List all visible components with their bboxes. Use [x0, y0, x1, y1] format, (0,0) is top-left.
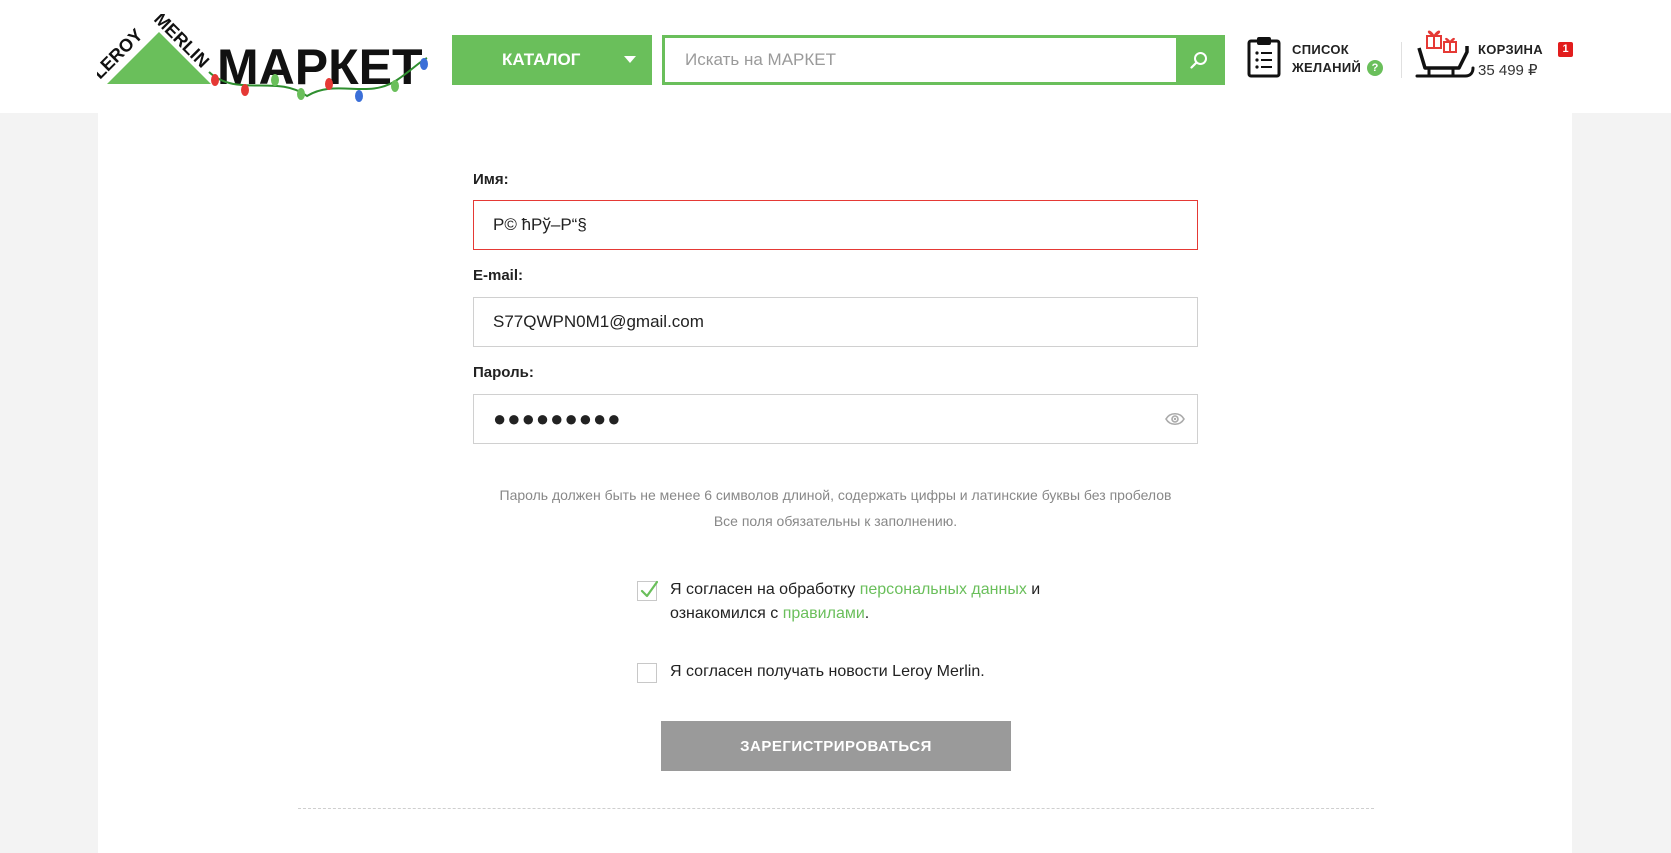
wishlist-label-line2: ЖЕЛАНИЙ: [1292, 60, 1362, 75]
sleigh-cart-icon: [1415, 30, 1475, 78]
section-divider: [298, 808, 1374, 809]
catalog-button[interactable]: КАТАЛОГ: [452, 35, 652, 85]
cart-total: 35 499 ₽: [1478, 62, 1538, 79]
consent-text: Я согласен на обработку персональных дан…: [670, 581, 1041, 622]
personal-data-link[interactable]: персональных данных: [860, 581, 1027, 598]
password-label: Пароль:: [473, 364, 534, 381]
header-divider: [1401, 42, 1402, 78]
name-input[interactable]: [474, 201, 1197, 249]
newsletter-text: Я согласен получать новости Leroy Merlin…: [670, 663, 985, 680]
consent-checkbox[interactable]: [637, 580, 658, 601]
help-icon[interactable]: ?: [1367, 60, 1383, 76]
site-header: LEROY MERLIN МАРКЕТ КАТАЛОГ Искать на МА…: [0, 0, 1671, 113]
wishlist-label-line1: СПИСОК: [1292, 42, 1349, 57]
newsletter-checkbox[interactable]: [637, 663, 657, 683]
clipboard-list-icon: [1247, 37, 1281, 78]
eye-icon[interactable]: [1165, 411, 1185, 427]
wishlist-link[interactable]: СПИСОК ЖЕЛАНИЙ ?: [1247, 35, 1387, 85]
name-field: [473, 200, 1198, 250]
password-input[interactable]: [474, 395, 1197, 443]
email-field: [473, 297, 1198, 347]
cart-label: КОРЗИНА: [1478, 42, 1543, 57]
register-button[interactable]: ЗАРЕГИСТРИРОВАТЬСЯ: [661, 721, 1011, 771]
email-input[interactable]: [474, 298, 1197, 346]
required-fields-note: Все поля обязательны к заполнению.: [713, 513, 958, 529]
search-input[interactable]: [665, 38, 1180, 82]
password-field: [473, 394, 1198, 444]
rules-link[interactable]: правилами: [783, 605, 865, 622]
search-icon: [1190, 52, 1207, 69]
email-label: E-mail:: [473, 267, 524, 284]
cart-link[interactable]: КОРЗИНА 35 499 ₽ 1: [1415, 24, 1575, 84]
checkmark-icon: [640, 580, 658, 598]
chevron-down-icon: [624, 56, 636, 63]
cart-count-badge: 1: [1558, 42, 1573, 57]
name-label: Имя:: [473, 171, 509, 188]
catalog-label: КАТАЛОГ: [502, 50, 581, 69]
leroy-merlin-market-logo[interactable]: LEROY MERLIN МАРКЕТ: [97, 14, 432, 104]
search-button[interactable]: [1176, 38, 1222, 82]
search-bar: [662, 35, 1225, 85]
password-hint: Пароль должен быть не менее 6 символов д…: [499, 487, 1172, 503]
